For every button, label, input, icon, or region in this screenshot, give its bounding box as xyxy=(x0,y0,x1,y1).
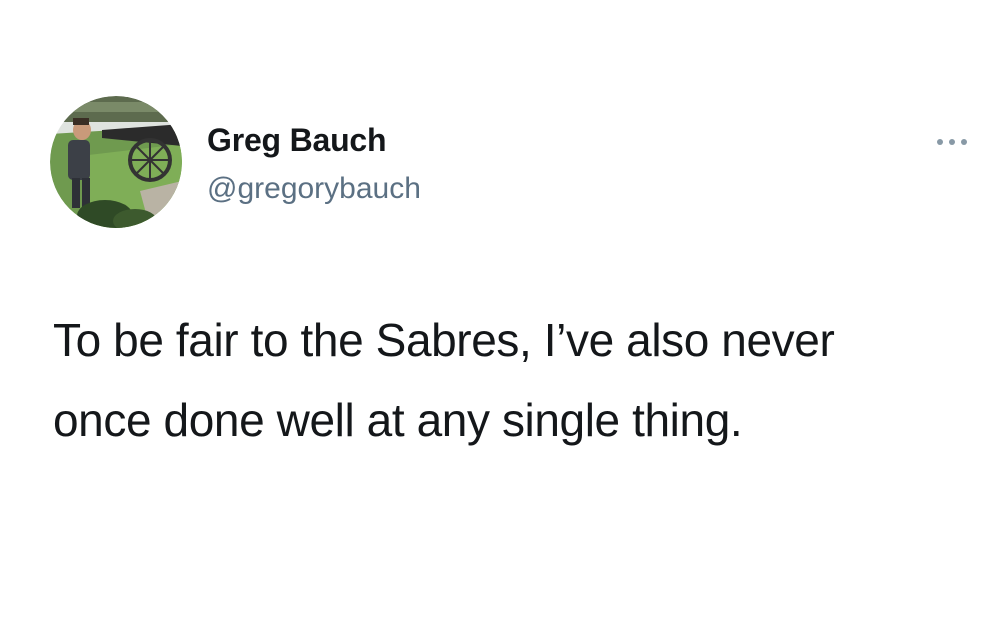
avatar[interactable] xyxy=(50,96,182,228)
tweet-card: Greg Bauch @gregorybauch To be fair to t… xyxy=(0,0,1000,629)
more-horizontal-icon xyxy=(937,139,967,145)
author-handle[interactable]: @gregorybauch xyxy=(207,172,421,206)
tweet-text-line: To be fair to the Sabres, I’ve also neve… xyxy=(53,314,835,366)
profile-photo-image xyxy=(50,96,182,228)
tweet-text: To be fair to the Sabres, I’ve also neve… xyxy=(53,300,983,460)
author-display-name[interactable]: Greg Bauch xyxy=(207,122,387,159)
more-options-button[interactable] xyxy=(932,132,972,152)
tweet-text-line: once done well at any single thing. xyxy=(53,394,743,446)
